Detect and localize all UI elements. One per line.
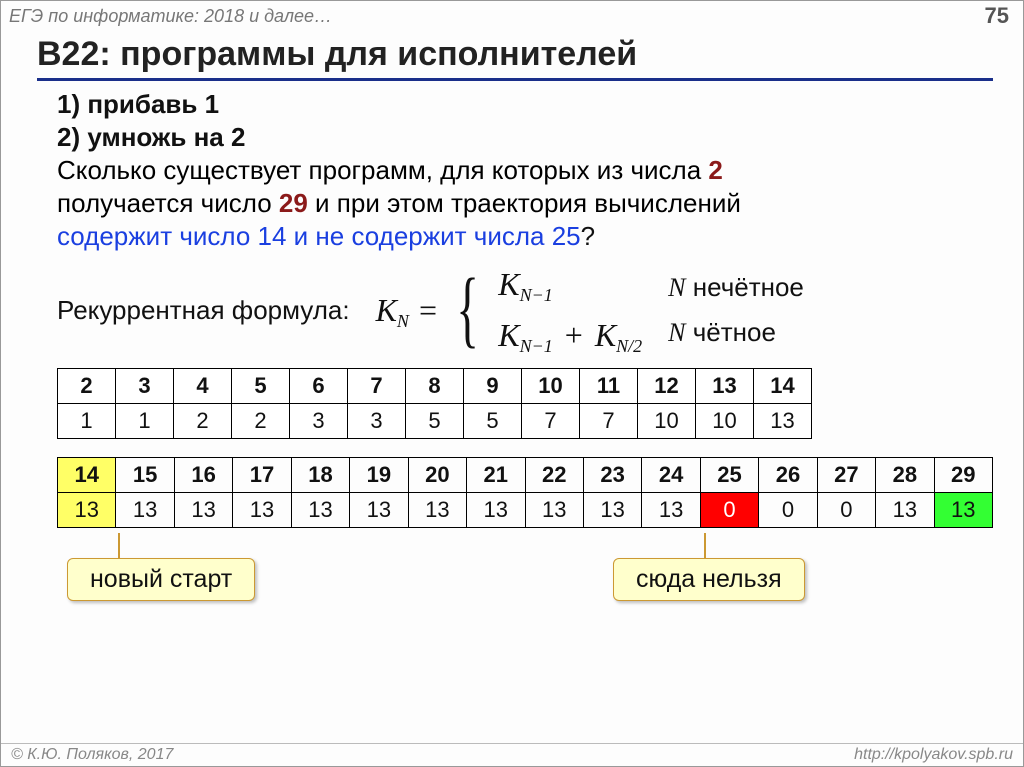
question-line-1: Сколько существует программ, для которых… (57, 155, 987, 186)
op-1: 1) прибавь 1 (57, 89, 987, 120)
table-value-cell: 13 (291, 493, 349, 528)
start-number: 2 (708, 155, 722, 185)
table-2: 1415161718192021222324252627282913131313… (57, 457, 993, 528)
table-header-cell: 18 (291, 458, 349, 493)
table-value-cell: 3 (290, 404, 348, 439)
table-value-cell: 7 (522, 404, 580, 439)
table-header-cell: 10 (522, 369, 580, 404)
footer-url: http://kpolyakov.spb.ru (854, 746, 1013, 764)
table-1: 2345678910111213141122335577101013 (57, 368, 812, 439)
table-header-cell: 11 (580, 369, 638, 404)
table-value-cell: 10 (696, 404, 754, 439)
op-2: 2) умножь на 2 (57, 122, 987, 153)
table-header-cell: 28 (876, 458, 934, 493)
callouts: новый старт сюда нельзя (57, 528, 987, 618)
table-value-cell: 5 (464, 404, 522, 439)
table-header-cell: 2 (58, 369, 116, 404)
table-header-cell: 8 (406, 369, 464, 404)
table-header-cell: 15 (116, 458, 174, 493)
table-header-cell: 16 (174, 458, 232, 493)
slide-title: B22: программы для исполнителей (37, 35, 1023, 74)
table-header-cell: 14 (58, 458, 116, 493)
target-number: 29 (279, 188, 308, 218)
table-value-cell: 2 (174, 404, 232, 439)
table-value-cell: 0 (700, 493, 758, 528)
table-value-cell: 13 (58, 493, 116, 528)
table-value-cell: 5 (406, 404, 464, 439)
question-line-3: содержит число 14 и не содержит числа 25… (57, 221, 987, 252)
table-value-cell: 13 (467, 493, 525, 528)
table-value-cell: 13 (233, 493, 291, 528)
slide-body: 1) прибавь 1 2) умножь на 2 Сколько суще… (57, 89, 987, 618)
table-value-cell: 13 (642, 493, 700, 528)
table-header-cell: 21 (467, 458, 525, 493)
table-value-cell: 2 (232, 404, 290, 439)
table-value-cell: 13 (350, 493, 408, 528)
table-value-cell: 7 (580, 404, 638, 439)
slide-footer: © К.Ю. Поляков, 2017 http://kpolyakov.sp… (1, 743, 1023, 766)
brace-icon: { (456, 278, 479, 338)
table-header-cell: 20 (408, 458, 466, 493)
copyright: © К.Ю. Поляков, 2017 (11, 746, 173, 764)
formula-row: Рекуррентная формула: KN = { KN−1 KN−1 +… (57, 266, 987, 354)
table-header-cell: 22 (525, 458, 583, 493)
table-header-cell: 7 (348, 369, 406, 404)
table-value-cell: 0 (759, 493, 817, 528)
table-value-cell: 1 (58, 404, 116, 439)
table-value-cell: 13 (408, 493, 466, 528)
slide-header: ЕГЭ по информатике: 2018 и далее… 75 (1, 1, 1023, 31)
table-header-cell: 23 (583, 458, 641, 493)
table-header-cell: 29 (934, 458, 992, 493)
table-value-cell: 13 (116, 493, 174, 528)
table-value-cell: 10 (638, 404, 696, 439)
table-header-cell: 24 (642, 458, 700, 493)
table-header-cell: 13 (696, 369, 754, 404)
table-header-cell: 12 (638, 369, 696, 404)
table-value-cell: 1 (116, 404, 174, 439)
callout-new-start: новый старт (67, 558, 255, 601)
table-value-cell: 13 (754, 404, 812, 439)
table-value-cell: 13 (934, 493, 992, 528)
table-header-cell: 14 (754, 369, 812, 404)
formula-label: Рекуррентная формула: (57, 295, 350, 326)
table-value-cell: 3 (348, 404, 406, 439)
table-header-cell: 5 (232, 369, 290, 404)
table-value-cell: 13 (525, 493, 583, 528)
table-value-cell: 13 (583, 493, 641, 528)
table-header-cell: 26 (759, 458, 817, 493)
formula-math: KN = { KN−1 KN−1 + KN/2 (376, 266, 643, 354)
table-value-cell: 0 (817, 493, 875, 528)
table-header-cell: 27 (817, 458, 875, 493)
page-number: 75 (985, 3, 1009, 29)
table-header-cell: 4 (174, 369, 232, 404)
question-line-2: получается число 29 и при этом траектори… (57, 188, 987, 219)
callout-forbidden: сюда нельзя (613, 558, 805, 601)
table-header-cell: 9 (464, 369, 522, 404)
table-header-cell: 25 (700, 458, 758, 493)
table-header-cell: 19 (350, 458, 408, 493)
table-value-cell: 13 (174, 493, 232, 528)
formula-conditions: N нечётное N чётное (668, 272, 804, 348)
title-rule (37, 78, 993, 81)
table-header-cell: 17 (233, 458, 291, 493)
table-header-cell: 3 (116, 369, 174, 404)
table-header-cell: 6 (290, 369, 348, 404)
breadcrumb: ЕГЭ по информатике: 2018 и далее… (9, 6, 332, 27)
table-value-cell: 13 (876, 493, 934, 528)
